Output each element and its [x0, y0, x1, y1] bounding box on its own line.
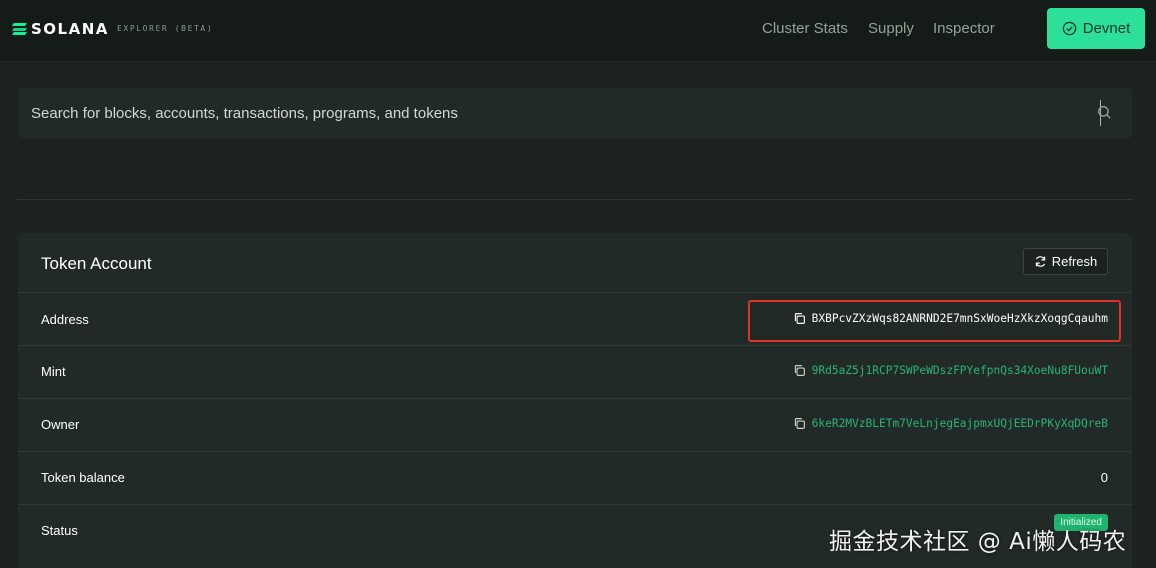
nav-inspector[interactable]: Inspector — [933, 20, 995, 37]
copy-icon[interactable] — [793, 364, 806, 377]
copy-icon[interactable] — [793, 417, 806, 430]
refresh-label: Refresh — [1051, 254, 1098, 269]
check-circle-icon — [1062, 21, 1076, 36]
row-label: Address — [41, 312, 89, 327]
table-row-token-balance: Token balance 0 — [18, 452, 1132, 505]
row-label: Status — [41, 523, 78, 538]
explorer-beta-label: EXPLORER (BETA) — [117, 24, 214, 33]
watermark-text: 掘金技术社区 @ Ai懒人码农 — [829, 529, 1127, 555]
owner-link[interactable]: 6keR2MVzBLETm7VeLnjegEajpmxUQjEEDrPKyXqD… — [793, 417, 1108, 430]
card-title: Token Account — [41, 254, 152, 273]
row-label: Mint — [41, 364, 66, 379]
owner-text: 6keR2MVzBLETm7VeLnjegEajpmxUQjEEDrPKyXqD… — [811, 417, 1108, 430]
cluster-select-button[interactable]: Devnet — [1047, 8, 1145, 49]
mint-link[interactable]: 9Rd5aZ5j1RCP7SWPeWDszFPYefpnQs34XoeNu8FU… — [793, 364, 1108, 377]
search-input[interactable] — [18, 88, 1078, 138]
mint-text: 9Rd5aZ5j1RCP7SWPeWDszFPYefpnQs34XoeNu8FU… — [811, 364, 1108, 377]
nav-cluster-stats[interactable]: Cluster Stats — [762, 20, 848, 37]
card-header: Token Account Refresh — [18, 233, 1132, 293]
solana-logo[interactable]: SOLANA — [12, 19, 109, 39]
section-divider — [17, 199, 1133, 200]
table-row-mint: Mint 9Rd5aZ5j1RCP7SWPeWDszFPYefpnQs34Xoe… — [18, 346, 1132, 399]
nav-supply[interactable]: Supply — [868, 20, 914, 37]
annotation-highlight-box — [748, 300, 1121, 342]
search-icon[interactable] — [1097, 105, 1112, 120]
token-account-card: Token Account Refresh Address BXBPcvZXzW… — [18, 233, 1132, 568]
row-label: Owner — [41, 417, 80, 432]
cluster-name: Devnet — [1082, 20, 1131, 37]
token-balance-value: 0 — [1100, 470, 1108, 485]
search-bar — [18, 88, 1132, 138]
refresh-icon — [1035, 256, 1045, 267]
top-navbar: SOLANA EXPLORER (BETA) Cluster Stats Sup… — [0, 0, 1156, 62]
table-row-owner: Owner 6keR2MVzBLETm7VeLnjegEajpmxUQjEEDr… — [18, 399, 1132, 452]
refresh-button[interactable]: Refresh — [1023, 248, 1108, 275]
row-label: Token balance — [41, 470, 125, 485]
solana-logo-icon — [12, 23, 27, 35]
logo-text: SOLANA — [31, 20, 109, 38]
